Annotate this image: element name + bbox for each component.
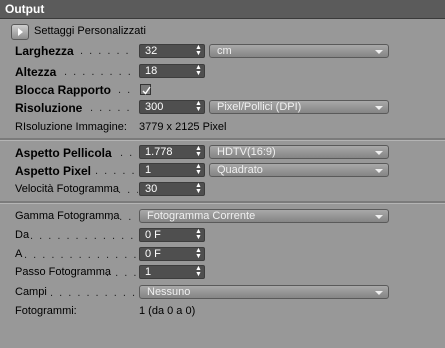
frame-step-label: Passo Fotogramma bbox=[15, 266, 111, 278]
fields-label: Campi bbox=[15, 286, 47, 298]
panel-header: Output bbox=[0, 0, 445, 19]
to-label: A bbox=[15, 248, 23, 260]
stepper-arrows-icon[interactable]: ▲ ▼ bbox=[195, 145, 202, 158]
checkmark-icon bbox=[142, 86, 151, 95]
stepper-arrows-icon[interactable]: ▲ ▼ bbox=[195, 228, 202, 241]
image-resolution-value: 3779 x 2125 Pixel bbox=[139, 121, 227, 133]
fields-value: Nessuno bbox=[147, 286, 191, 298]
separator bbox=[0, 138, 445, 141]
triangle-right-icon bbox=[18, 28, 23, 36]
chevron-down-icon bbox=[375, 169, 383, 173]
width-unit-dropdown[interactable]: cm bbox=[209, 44, 389, 58]
stepper-arrows-icon[interactable]: ▲ ▼ bbox=[195, 265, 202, 278]
film-aspect-label: Aspetto Pellicola bbox=[15, 146, 112, 160]
height-dots: . . . . . . . . . . . bbox=[64, 66, 136, 78]
lock-ratio-label: Blocca Rapporto bbox=[15, 83, 112, 97]
from-input[interactable]: 0 F ▲ ▼ bbox=[139, 228, 205, 242]
from-value: 0 F bbox=[145, 229, 161, 241]
width-dots: . . . . . . . . . bbox=[80, 45, 135, 57]
frame-step-dots: . . . . . bbox=[106, 267, 138, 279]
chevron-down-icon bbox=[375, 215, 383, 219]
resolution-input[interactable]: 300 ▲ ▼ bbox=[139, 100, 205, 114]
resolution-dots: . . . . . . . bbox=[90, 102, 136, 114]
from-label: Da bbox=[15, 229, 30, 241]
stepper-arrows-icon[interactable]: ▲ ▼ bbox=[195, 182, 202, 195]
chevron-down-icon bbox=[375, 106, 383, 110]
width-input[interactable]: 32 ▲ ▼ bbox=[139, 44, 205, 58]
height-input[interactable]: 18 ▲ ▼ bbox=[139, 64, 205, 78]
to-input[interactable]: 0 F ▲ ▼ bbox=[139, 247, 205, 261]
fields-dots: . . . . . . . . . . . . . . . . bbox=[50, 287, 138, 299]
resolution-unit-dropdown[interactable]: Pixel/Pollici (DPI) bbox=[209, 100, 389, 114]
frames-value: 1 (da 0 a 0) bbox=[139, 305, 196, 317]
lock-ratio-dots: . . bbox=[118, 84, 132, 96]
to-value: 0 F bbox=[145, 248, 161, 260]
pixel-aspect-value: 1 bbox=[145, 164, 152, 176]
film-aspect-dots: . . bbox=[120, 147, 134, 159]
height-value: 18 bbox=[145, 65, 158, 77]
stepper-arrows-icon[interactable]: ▲ ▼ bbox=[195, 247, 202, 260]
stepper-arrows-icon[interactable]: ▲ ▼ bbox=[195, 64, 202, 77]
panel-title: Output bbox=[5, 2, 45, 16]
to-dots: . . . . . . . . . . . . . . . . . . . bbox=[24, 249, 137, 261]
frame-step-input[interactable]: 1 ▲ ▼ bbox=[139, 265, 205, 279]
separator bbox=[0, 201, 445, 204]
frame-rate-dots: . . . bbox=[118, 184, 138, 196]
frame-rate-input[interactable]: 30 ▲ ▼ bbox=[139, 182, 205, 196]
film-aspect-value: 1.778 bbox=[145, 146, 173, 158]
image-resolution-label: RIsoluzione Immagine: bbox=[15, 121, 127, 133]
pixel-aspect-input[interactable]: 1 ▲ ▼ bbox=[139, 163, 205, 177]
fields-dropdown[interactable]: Nessuno bbox=[139, 285, 389, 299]
frames-label: Fotogrammi: bbox=[15, 305, 77, 317]
lock-ratio-checkbox[interactable] bbox=[140, 84, 151, 95]
pixel-aspect-dots: . . . . . . bbox=[95, 165, 137, 177]
chevron-down-icon bbox=[375, 151, 383, 155]
width-unit-value: cm bbox=[217, 45, 232, 57]
resolution-label: Risoluzione bbox=[15, 101, 83, 115]
width-label: Larghezza bbox=[15, 44, 74, 58]
resolution-value: 300 bbox=[145, 101, 164, 113]
resolution-unit-value: Pixel/Pollici (DPI) bbox=[217, 101, 302, 113]
width-value: 32 bbox=[145, 45, 158, 57]
film-aspect-input[interactable]: 1.778 ▲ ▼ bbox=[139, 145, 205, 159]
chevron-down-icon bbox=[375, 50, 383, 54]
film-aspect-preset: HDTV(16:9) bbox=[217, 146, 276, 158]
pixel-aspect-dropdown[interactable]: Quadrato bbox=[209, 163, 389, 177]
frame-range-value: Fotogramma Corrente bbox=[147, 210, 256, 222]
frame-rate-label: Velocità Fotogramma bbox=[15, 183, 119, 195]
stepper-arrows-icon[interactable]: ▲ ▼ bbox=[195, 100, 202, 113]
frame-step-value: 1 bbox=[145, 266, 152, 278]
pixel-aspect-preset: Quadrato bbox=[217, 164, 263, 176]
stepper-arrows-icon[interactable]: ▲ ▼ bbox=[195, 163, 202, 176]
frame-range-dropdown[interactable]: Fotogramma Corrente bbox=[139, 209, 389, 223]
from-dots: . . . . . . . . . . . . . . . . . . bbox=[30, 230, 137, 242]
film-aspect-dropdown[interactable]: HDTV(16:9) bbox=[209, 145, 389, 159]
output-panel: Output Settaggi Personalizzati Larghezza… bbox=[0, 0, 445, 348]
stepper-arrows-icon[interactable]: ▲ ▼ bbox=[195, 44, 202, 57]
preset-label: Settaggi Personalizzati bbox=[34, 25, 146, 37]
chevron-down-icon bbox=[375, 291, 383, 295]
preset-expand-button[interactable] bbox=[11, 24, 29, 40]
frame-rate-value: 30 bbox=[145, 183, 158, 195]
pixel-aspect-label: Aspetto Pixel bbox=[15, 164, 92, 178]
frame-range-label: Gamma Fotogramma bbox=[15, 210, 120, 222]
frame-range-dots: . . . . . bbox=[110, 211, 138, 223]
height-label: Altezza bbox=[15, 65, 57, 79]
